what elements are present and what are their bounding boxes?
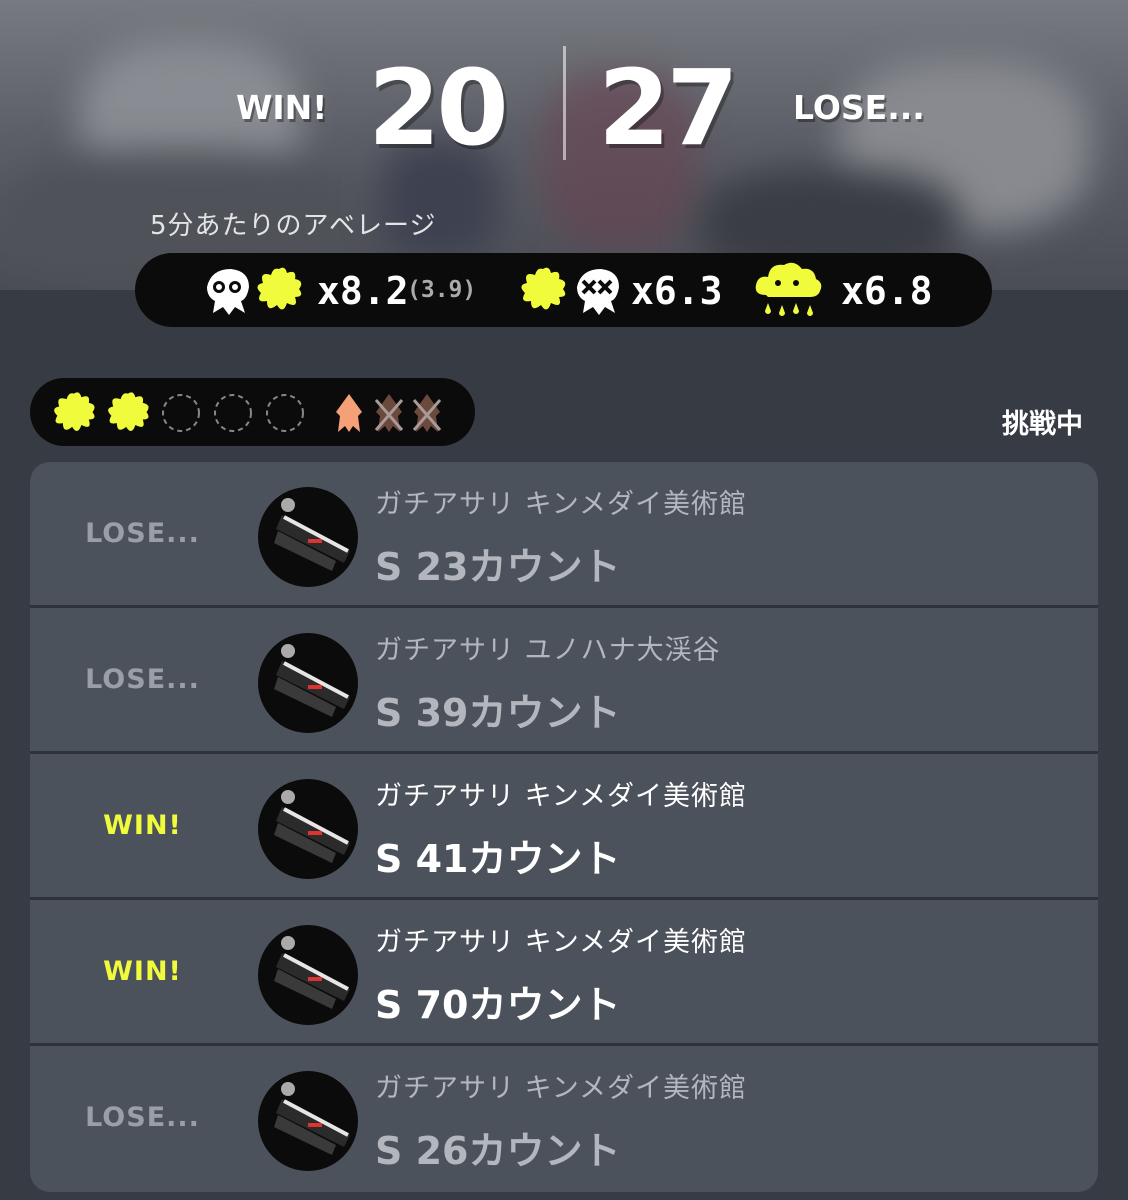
match-rank-count: S 41カウント [375,837,621,881]
special-cloud-icon [755,262,822,316]
empty-slot-icon [214,394,252,432]
match-rank-count: S 26カウント [375,1129,621,1173]
assist-average: (3.9) [407,277,477,303]
match-result: LOSE... [85,1102,200,1133]
challenge-status: 挑戦中 [1002,409,1083,440]
win-streak-bar [30,378,475,446]
ink-splat-icon [257,267,302,310]
kill-average: x8.2 [317,269,409,313]
life-squid-icon [336,394,362,432]
match-result: LOSE... [85,664,200,695]
weapon-icon [258,487,358,587]
match-mode-stage: ガチアサリ キンメダイ美術館 [375,927,747,958]
match-history-list: LOSE... ガチアサリ キンメダイ美術館 S 23カウント LOSE... … [30,462,1098,1192]
win-splat-icon [108,392,149,432]
match-row[interactable]: LOSE... ガチアサリ ユノハナ大渓谷 S 39カウント [30,608,1098,751]
match-rank-count: S 39カウント [375,691,621,735]
match-mode-stage: ガチアサリ キンメダイ美術館 [375,781,747,812]
score-divider [563,46,566,160]
match-row[interactable]: WIN! ガチアサリ キンメダイ美術館 S 41カウント [30,754,1098,897]
match-row[interactable]: LOSE... ガチアサリ キンメダイ美術館 S 23カウント [30,462,1098,605]
match-row[interactable]: WIN! ガチアサリ キンメダイ美術館 S 70カウント [30,900,1098,1043]
match-rank-count: S 23カウント [375,545,621,589]
squid-kill-icon [207,269,249,315]
weapon-icon [258,1071,358,1171]
lost-life-icon [412,394,442,432]
match-mode-stage: ガチアサリ キンメダイ美術館 [375,489,747,520]
average-stats-bar: x8.2 (3.9) x6.3 x6.8 [135,253,992,327]
empty-slot-icon [162,394,200,432]
average-title: 5分あたりのアベレージ [150,211,437,241]
match-row[interactable]: LOSE... ガチアサリ キンメダイ美術館 S 26カウント [30,1046,1098,1189]
death-average: x6.3 [631,269,723,313]
match-result: WIN! [103,810,182,841]
match-rank-count: S 70カウント [375,983,621,1027]
squid-death-icon [577,269,619,315]
match-result: LOSE... [85,518,200,549]
empty-slot-icon [266,394,304,432]
weapon-icon [258,633,358,733]
ink-splat-icon [521,267,566,310]
lost-life-icon [374,394,404,432]
match-mode-stage: ガチアサリ ユノハナ大渓谷 [375,635,721,666]
match-result: WIN! [103,956,182,987]
win-splat-icon [54,392,95,432]
weapon-icon [258,925,358,1025]
lose-count: 27 [598,47,739,169]
win-label: WIN! [236,88,328,127]
special-average: x6.8 [841,269,933,313]
match-mode-stage: ガチアサリ キンメダイ美術館 [375,1073,747,1104]
weapon-icon [258,779,358,879]
lose-label: LOSE... [793,88,925,127]
win-count: 20 [368,47,509,169]
